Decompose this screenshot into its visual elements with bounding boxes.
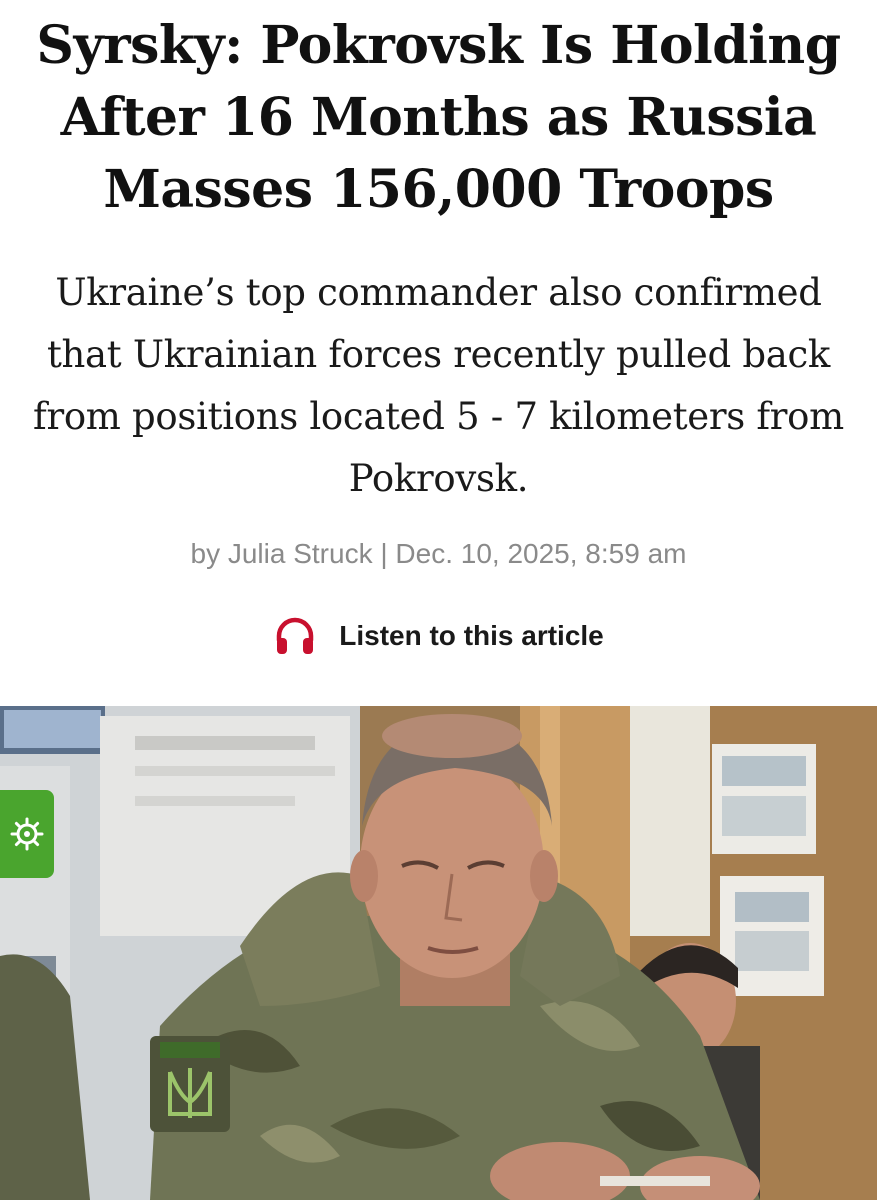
byline: by Julia Struck | Dec. 10, 2025, 8:59 am	[190, 538, 687, 569]
settings-tab[interactable]	[0, 790, 54, 878]
listen-label: Listen to this article	[339, 620, 604, 651]
headline: Syrsky: Pokrovsk Is Holding After 16 Mon…	[36, 15, 841, 220]
headphones-icon	[277, 617, 314, 654]
subheadline: Ukraine’s top commander also confirmed t…	[33, 271, 844, 500]
article-photo	[0, 706, 877, 1200]
gear-icon	[10, 817, 44, 851]
listen-to-article-button[interactable]: Listen to this article	[0, 612, 877, 660]
military-commander-photo	[0, 706, 877, 1200]
